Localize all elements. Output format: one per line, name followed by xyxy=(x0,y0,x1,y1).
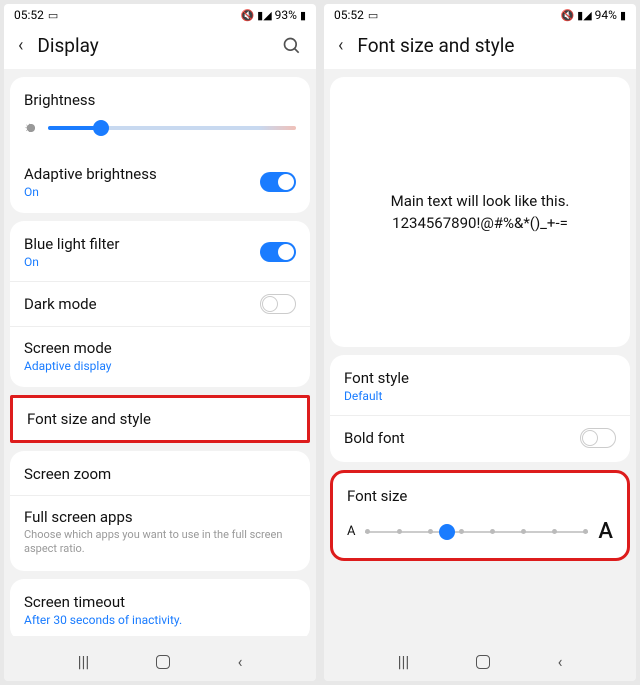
battery-icon: ▮ xyxy=(300,9,306,22)
screenzoom-row[interactable]: Screen zoom xyxy=(10,453,310,496)
phone-left: 05:52 ▭ 🔇 ▮◢ 93% ▮ ‹ Display Brightness xyxy=(4,4,316,681)
timeout-row[interactable]: Screen timeout After 30 seconds of inact… xyxy=(10,581,310,636)
fontsize-card: Font size A A xyxy=(330,470,630,561)
back-icon[interactable]: ‹ xyxy=(18,35,23,56)
status-time: 05:52 xyxy=(14,8,44,22)
nav-back-icon[interactable]: ‹ xyxy=(558,652,563,671)
phone-right: 05:52 ▭ 🔇 ▮◢ 94% ▮ ‹ Font size and style… xyxy=(324,4,636,681)
adaptive-sub: On xyxy=(24,185,157,199)
bluelight-sub: On xyxy=(24,255,119,269)
preview-line1: Main text will look like this. xyxy=(391,190,570,213)
fontsize-small-a: A xyxy=(347,524,355,539)
settings-list: Main text will look like this. 123456789… xyxy=(324,69,636,636)
fontstyle-sub: Default xyxy=(344,389,616,403)
status-bar: 05:52 ▭ 🔇 ▮◢ 93% ▮ xyxy=(4,4,316,24)
darkmode-row[interactable]: Dark mode xyxy=(10,282,310,327)
fullscreen-row[interactable]: Full screen apps Choose which apps you w… xyxy=(10,496,310,569)
fontsize-slider[interactable]: A A xyxy=(347,519,613,544)
battery-pct: 94% xyxy=(595,8,617,22)
status-time: 05:52 xyxy=(334,8,364,22)
fontsize-label: Font size and style xyxy=(27,410,293,428)
brightness-slider[interactable] xyxy=(24,121,296,135)
adaptive-toggle[interactable] xyxy=(260,172,296,192)
settings-list: Brightness Adaptive brightness On Blue l… xyxy=(4,69,316,636)
mute-icon: 🔇 xyxy=(240,9,254,22)
search-icon[interactable] xyxy=(282,36,302,56)
screenshot-icon: ▭ xyxy=(368,9,378,22)
back-icon[interactable]: ‹ xyxy=(338,35,343,56)
screenshot-icon: ▭ xyxy=(48,9,58,22)
fontsize-label: Font size xyxy=(347,487,613,505)
boldfont-toggle[interactable] xyxy=(580,428,616,448)
screenmode-row[interactable]: Screen mode Adaptive display xyxy=(10,327,310,385)
fontsize-row[interactable]: Font size and style xyxy=(13,398,307,440)
fontsize-thumb[interactable] xyxy=(439,524,455,540)
fontstyle-row[interactable]: Font style Default xyxy=(330,357,630,416)
bluelight-row[interactable]: Blue light filter On xyxy=(10,223,310,282)
nav-bar: ||| ‹ xyxy=(4,636,316,681)
sun-icon xyxy=(24,121,38,135)
page-title: Display xyxy=(37,34,282,57)
battery-icon: ▮ xyxy=(620,9,626,22)
preview-card: Main text will look like this. 123456789… xyxy=(330,77,630,347)
mute-icon: 🔇 xyxy=(560,9,574,22)
fullscreen-hint: Choose which apps you want to use in the… xyxy=(24,528,296,557)
signal-icon: ▮◢ xyxy=(257,9,272,22)
timeout-label: Screen timeout xyxy=(24,593,296,611)
brightness-thumb[interactable] xyxy=(93,120,109,136)
nav-home-icon[interactable] xyxy=(156,655,170,669)
nav-bar: ||| ‹ xyxy=(324,636,636,681)
boldfont-row[interactable]: Bold font xyxy=(330,416,630,460)
header: ‹ Font size and style xyxy=(324,24,636,69)
nav-home-icon[interactable] xyxy=(476,655,490,669)
status-bar: 05:52 ▭ 🔇 ▮◢ 94% ▮ xyxy=(324,4,636,24)
preview-line2: 1234567890!@#%&*()_+-= xyxy=(392,212,568,235)
battery-pct: 93% xyxy=(275,8,297,22)
screenmode-label: Screen mode xyxy=(24,339,296,357)
nav-recents-icon[interactable]: ||| xyxy=(78,652,90,671)
fontsize-big-a: A xyxy=(598,519,613,544)
bluelight-toggle[interactable] xyxy=(260,242,296,262)
darkmode-toggle[interactable] xyxy=(260,294,296,314)
page-title: Font size and style xyxy=(357,34,622,57)
header: ‹ Display xyxy=(4,24,316,69)
fullscreen-label: Full screen apps xyxy=(24,508,296,526)
brightness-label: Brightness xyxy=(24,91,296,109)
signal-icon: ▮◢ xyxy=(577,9,592,22)
adaptive-label: Adaptive brightness xyxy=(24,165,157,183)
timeout-sub: After 30 seconds of inactivity. xyxy=(24,613,296,627)
nav-recents-icon[interactable]: ||| xyxy=(398,652,410,671)
screenzoom-label: Screen zoom xyxy=(24,465,296,483)
adaptive-brightness-row[interactable]: Adaptive brightness On xyxy=(10,153,310,211)
fontstyle-label: Font style xyxy=(344,369,616,387)
brightness-row: Brightness xyxy=(10,79,310,153)
nav-back-icon[interactable]: ‹ xyxy=(238,652,243,671)
bluelight-label: Blue light filter xyxy=(24,235,119,253)
screenmode-sub: Adaptive display xyxy=(24,359,296,373)
darkmode-label: Dark mode xyxy=(24,295,97,313)
boldfont-label: Bold font xyxy=(344,429,405,447)
